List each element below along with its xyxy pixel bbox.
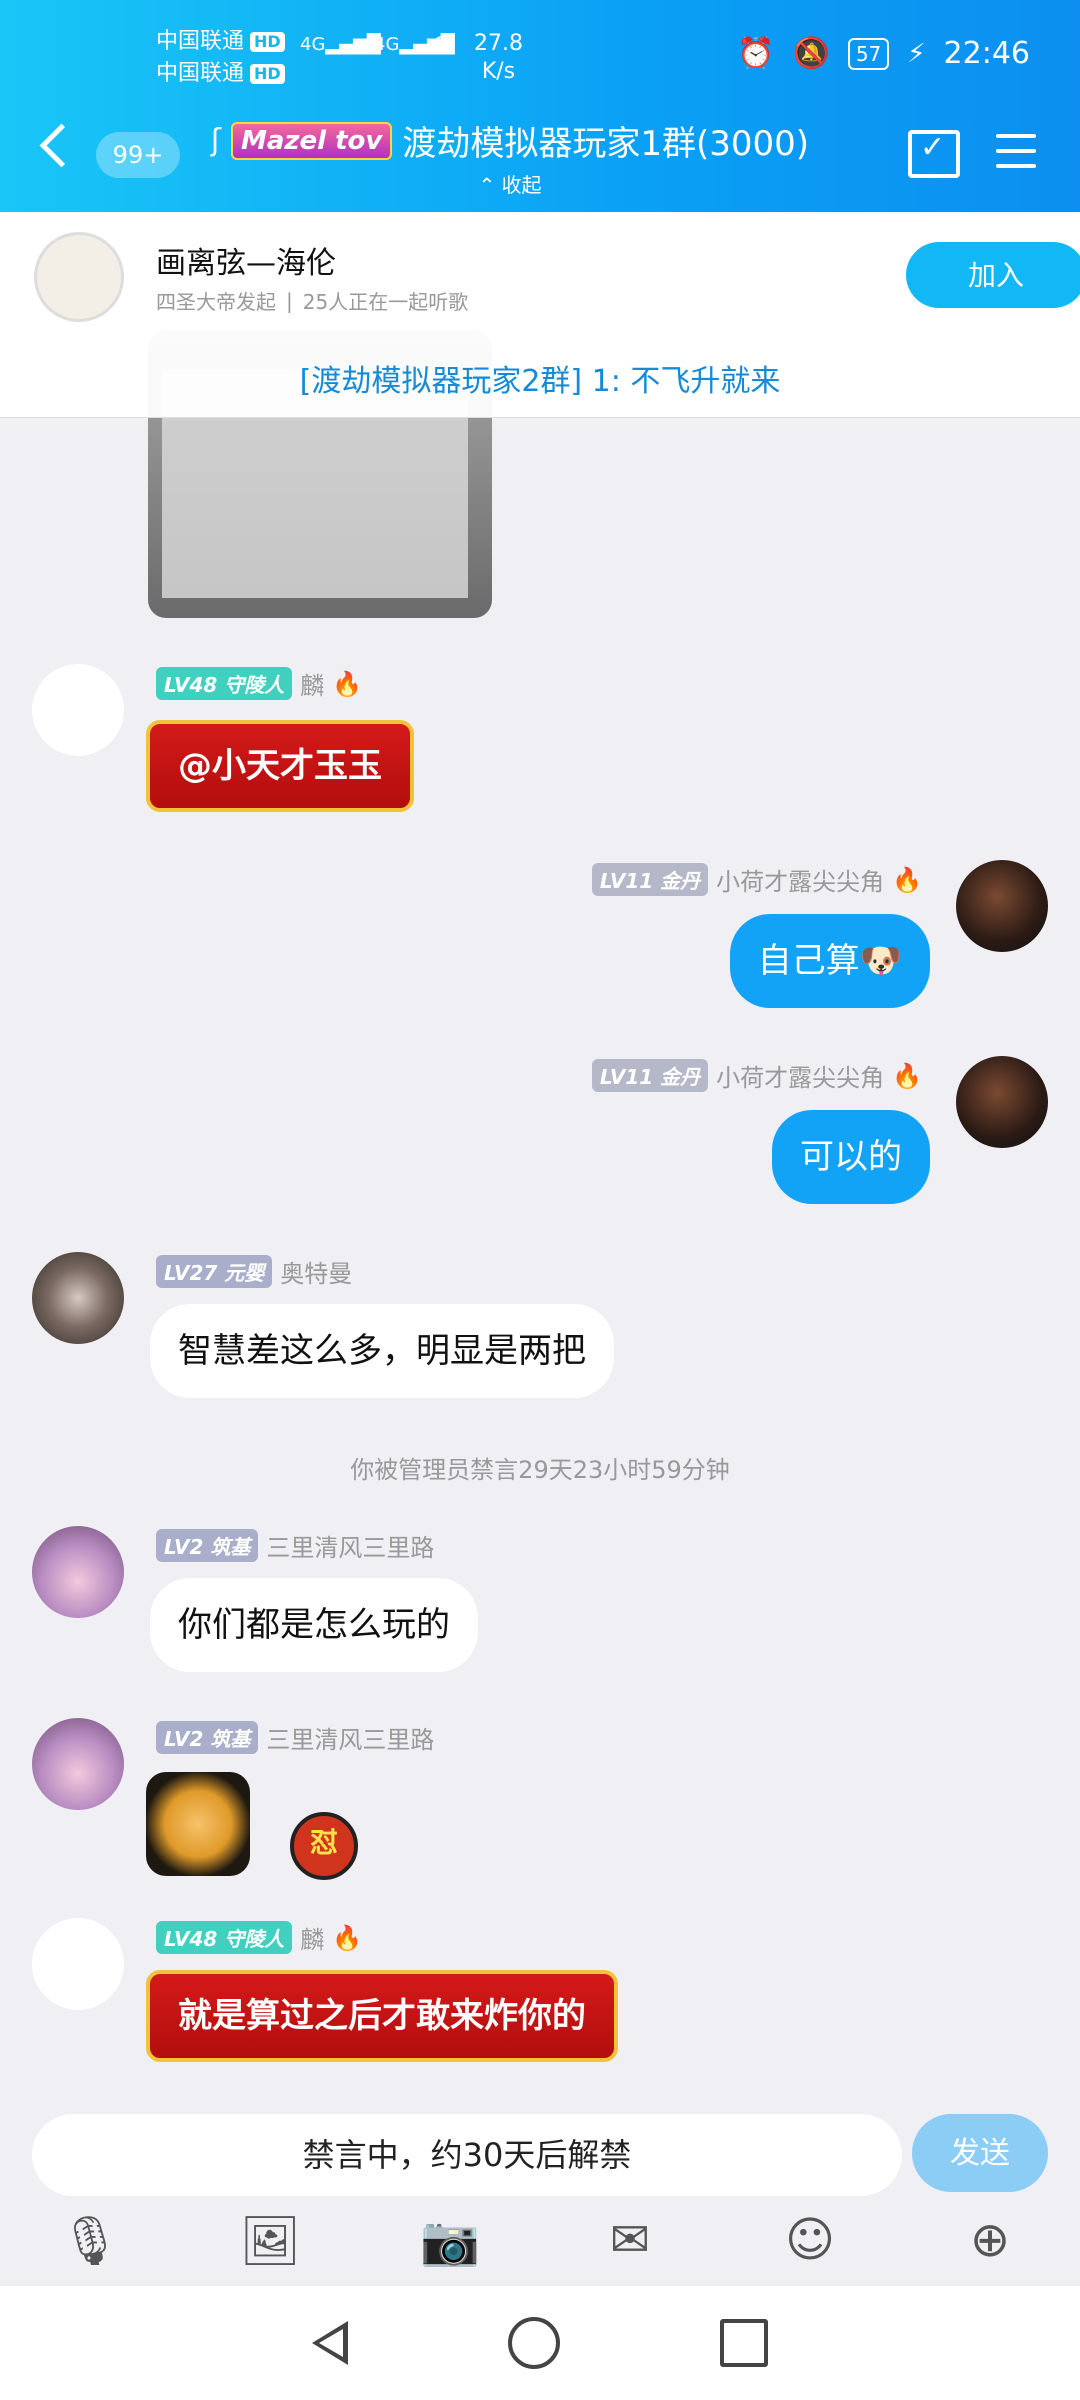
level-badge: LV2 筑基 [156, 1529, 259, 1562]
group-notice[interactable]: [渡劫模拟器玩家2群] 1: 不飞升就来 [0, 356, 1080, 400]
sender-name: 小荷才露尖尖角 [716, 1064, 885, 1092]
fire-icon: 🔥 [892, 865, 922, 894]
charging-icon: ⚡ [907, 38, 926, 69]
avatar[interactable] [32, 1252, 124, 1344]
message-bubble[interactable]: 就是算过之后才敢来炸你的 [146, 1970, 618, 2062]
send-button[interactable]: 发送 [912, 2114, 1048, 2192]
hd-badge: HD [250, 32, 285, 52]
system-nav-bar [0, 2286, 1080, 2400]
group-title: 渡劫模拟器玩家1群(3000) [402, 124, 810, 164]
plus-icon[interactable]: ⊕ [945, 2212, 1035, 2268]
hd-badge-2: HD [250, 64, 285, 84]
avatar-self[interactable] [956, 860, 1048, 952]
collapse-toggle[interactable]: ⌃ 收起 [210, 169, 810, 198]
ear-icon: ʃ [210, 123, 221, 158]
sender-name: 奥特曼 [280, 1260, 353, 1288]
fire-icon: 🔥 [892, 1061, 922, 1090]
listeners-text: 25人正在一起听歌 [302, 290, 469, 314]
clock: 22:46 [943, 36, 1030, 71]
carrier-2: 中国联通 [156, 61, 245, 86]
wifi-icon: ◠ [430, 28, 457, 63]
alarm-icon: ⏰ [737, 36, 775, 71]
message-bubble[interactable]: 智慧差这么多，明显是两把 [150, 1304, 614, 1398]
nav-home-icon[interactable] [508, 2317, 560, 2369]
chat-title-area[interactable]: ʃ Mazel tov 渡劫模拟器玩家1群(3000) ⌃ 收起 [210, 116, 810, 198]
angry-emoji-badge: 怼 [290, 1812, 358, 1880]
message-input[interactable]: 禁言中，约30天后解禁 [32, 2114, 902, 2196]
title-bar: 中国联通 HD 中国联通 HD 4G▂▄▆█ 4G▂▄▆█ ◠ 27.8 K/s ⏰… [0, 0, 1080, 212]
red-packet-icon[interactable]: ✉ [585, 2212, 675, 2268]
level-badge: LV27 元婴 [156, 1255, 273, 1288]
level-badge: LV48 守陵人 [156, 1921, 293, 1954]
level-badge: LV11 金丹 [591, 863, 709, 896]
calendar-check-icon[interactable] [908, 130, 960, 178]
song-title: 画离弦—海伦 [156, 246, 336, 281]
message-bubble[interactable]: 可以的 [772, 1110, 930, 1204]
system-message: 你被管理员禁言29天23小时59分钟 [350, 1456, 730, 1484]
carrier-info: 中国联通 HD 中国联通 HD [156, 26, 285, 90]
signal-icon: 4G▂▄▆█ [300, 34, 381, 55]
sender-name: 麟 [300, 672, 325, 700]
mazel-tov-badge: Mazel tov [230, 121, 393, 160]
back-icon[interactable] [39, 123, 84, 168]
join-button[interactable]: 加入 [906, 242, 1080, 308]
collapse-label: 收起 [501, 173, 542, 197]
sender-meta: LV27 元婴 奥特曼 [156, 1254, 352, 1289]
avatar[interactable] [32, 1718, 124, 1810]
sender-meta: LV2 筑基 三里清风三里路 [156, 1720, 434, 1755]
fire-icon: 🔥 [332, 669, 363, 698]
nav-back-icon[interactable] [312, 2321, 348, 2365]
carrier-1: 中国联通 [156, 29, 245, 54]
toolbar: 🎙 🖼 📷 ✉ ☺ ⊕ [0, 2200, 1080, 2280]
level-badge: LV2 筑基 [156, 1721, 259, 1754]
fire-icon: 🔥 [332, 1923, 363, 1952]
unread-count[interactable]: 99+ [96, 132, 180, 178]
message-bubble[interactable]: @小天才玉玉 [146, 720, 414, 812]
sender-name: 麟 [300, 1926, 325, 1954]
speed-unit: K/s [481, 59, 516, 84]
sender-meta: LV11 金丹 小荷才露尖尖角 🔥 [591, 862, 922, 897]
level-badge: LV48 守陵人 [156, 667, 293, 700]
mute-icon: 🔕 [792, 36, 830, 71]
message-bubble[interactable]: 你们都是怎么玩的 [150, 1578, 478, 1672]
sender-meta: LV48 守陵人 麟 🔥 [156, 666, 362, 701]
avatar-self[interactable] [956, 1056, 1048, 1148]
level-badge: LV11 金丹 [591, 1059, 709, 1092]
status-right: ⏰ 🔕 57 ⚡ 22:46 [737, 36, 1030, 71]
sender-meta: LV11 金丹 小荷才露尖尖角 🔥 [591, 1058, 922, 1093]
music-cover-avatar[interactable] [34, 232, 124, 322]
camera-icon[interactable]: 📷 [405, 2212, 495, 2269]
sender-name: 三里清风三里路 [266, 1534, 435, 1562]
speed-value: 27.8 [474, 31, 523, 56]
microphone-icon[interactable]: 🎙 [45, 2212, 135, 2269]
avatar[interactable] [32, 664, 124, 756]
nav-recent-icon[interactable] [720, 2319, 768, 2367]
network-speed: 27.8 K/s [474, 30, 523, 86]
sticker-image[interactable] [146, 1772, 250, 1876]
message-bubble[interactable]: 自己算🐶 [729, 914, 930, 1008]
emoji-icon[interactable]: ☺ [765, 2212, 855, 2268]
avatar[interactable] [32, 1526, 124, 1618]
initiator-text: 四圣大帝发起 [156, 290, 276, 314]
image-icon[interactable]: 🖼 [225, 2212, 315, 2269]
menu-icon[interactable] [996, 134, 1036, 179]
listen-info: 四圣大帝发起 | 25人正在一起听歌 [156, 286, 468, 315]
sender-name: 小荷才露尖尖角 [716, 868, 885, 896]
avatar[interactable] [32, 1918, 124, 2010]
sender-meta: LV48 守陵人 麟 🔥 [156, 1920, 362, 1955]
battery-icon: 57 [847, 37, 890, 70]
sender-meta: LV2 筑基 三里清风三里路 [156, 1528, 434, 1563]
sender-name: 三里清风三里路 [266, 1726, 435, 1754]
